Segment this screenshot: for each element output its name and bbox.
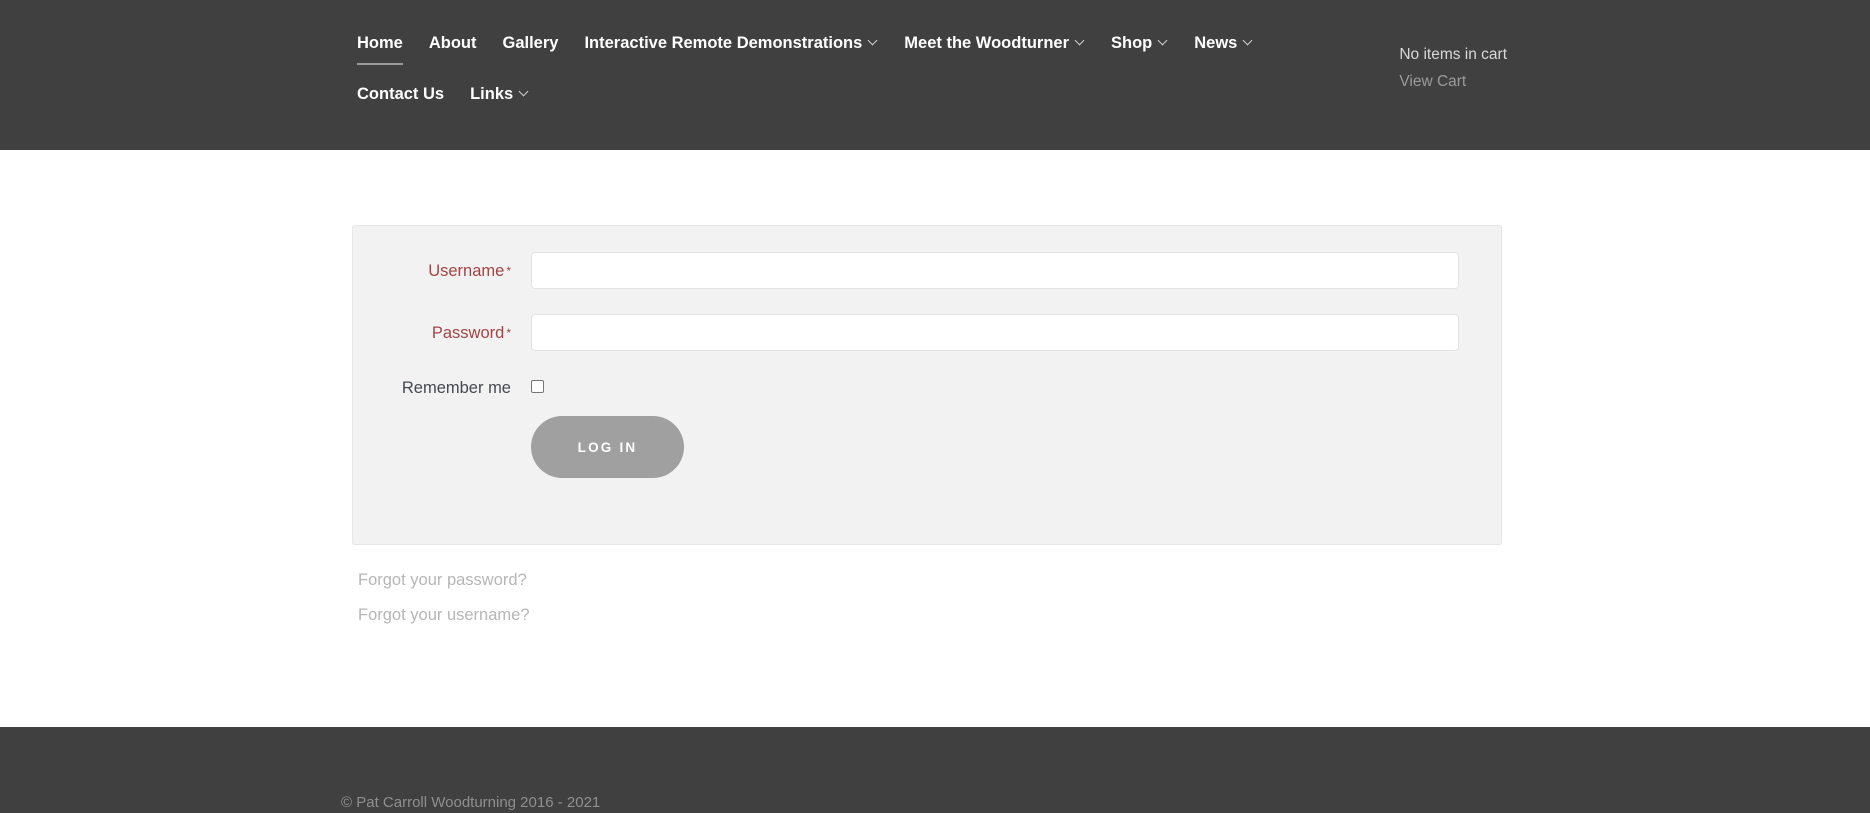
nav-item-interactive-remote-demonstrations-label: Interactive Remote Demonstrations [584, 34, 863, 52]
cart-block: No items in cart View Cart [1399, 45, 1507, 92]
cart-status: No items in cart [1399, 46, 1507, 63]
chevron-down-icon [869, 37, 878, 46]
password-row: Password * [353, 314, 1501, 351]
chevron-down-icon [1076, 37, 1085, 46]
forgot-password-link[interactable]: Forgot your password? [358, 570, 530, 590]
view-cart-link[interactable]: View Cart [1399, 72, 1507, 92]
nav-item-contact-us[interactable]: Contact Us Links [357, 83, 1317, 105]
footer-copyright: © Pat Carroll Woodturning 2016 - 2021 [341, 794, 601, 811]
chevron-down-icon [1159, 37, 1168, 46]
main-navigation: Home About Gallery Interactive Remote De… [357, 32, 1317, 105]
site-footer: © Pat Carroll Woodturning 2016 - 2021 [0, 727, 1870, 813]
nav-item-news-label: News [1194, 34, 1238, 52]
username-label: Username * [353, 261, 531, 281]
nav-item-meet-the-woodturner[interactable]: Meet the Woodturner [904, 32, 1085, 54]
required-marker: * [506, 325, 511, 340]
helper-links: Forgot your password? Forgot your userna… [358, 570, 530, 640]
nav-row-primary: Home About Gallery Interactive Remote De… [357, 32, 1317, 105]
header-inner: Home About Gallery Interactive Remote De… [0, 0, 1870, 150]
nav-item-news[interactable]: News [1194, 32, 1253, 54]
nav-item-about[interactable]: About [429, 32, 477, 54]
nav-item-shop[interactable]: Shop [1111, 32, 1168, 54]
username-label-text: Username [428, 261, 505, 280]
nav-item-contact-us-label: Contact Us [357, 85, 445, 103]
chevron-down-icon [1244, 37, 1253, 46]
forgot-username-link[interactable]: Forgot your username? [358, 605, 530, 625]
remember-me-row: Remember me [353, 378, 1501, 398]
nav-item-shop-label: Shop [1111, 34, 1153, 52]
main-content: Username * Password * Remember me Log in F… [0, 150, 1870, 727]
nav-item-meet-the-woodturner-label: Meet the Woodturner [904, 34, 1069, 52]
required-marker: * [506, 263, 511, 278]
site-header: Home About Gallery Interactive Remote De… [0, 0, 1870, 150]
submit-button-wrap: Log in [531, 416, 1459, 478]
username-input[interactable] [531, 252, 1459, 289]
submit-row: Log in [353, 416, 1501, 478]
nav-item-about-label: About [428, 34, 477, 52]
password-label: Password * [353, 323, 531, 343]
chevron-down-icon [520, 88, 529, 97]
username-row: Username * [353, 252, 1501, 289]
password-label-text: Password [431, 323, 505, 342]
nav-item-interactive-remote-demonstrations[interactable]: Interactive Remote Demonstrations [584, 32, 878, 54]
remember-me-checkbox-wrap [531, 379, 1459, 393]
remember-me-label: Remember me [401, 379, 511, 397]
login-form-panel: Username * Password * Remember me Log in [352, 225, 1502, 545]
nav-item-gallery[interactable]: Gallery [503, 32, 559, 54]
remember-me-checkbox[interactable] [531, 379, 544, 393]
nav-item-home[interactable]: Home [357, 32, 403, 65]
login-button[interactable]: Log in [531, 416, 684, 478]
nav-item-links-label: Links [470, 85, 514, 103]
nav-item-gallery-label: Gallery [502, 34, 559, 52]
password-input[interactable] [531, 314, 1459, 351]
nav-item-home-label: Home [357, 32, 403, 65]
